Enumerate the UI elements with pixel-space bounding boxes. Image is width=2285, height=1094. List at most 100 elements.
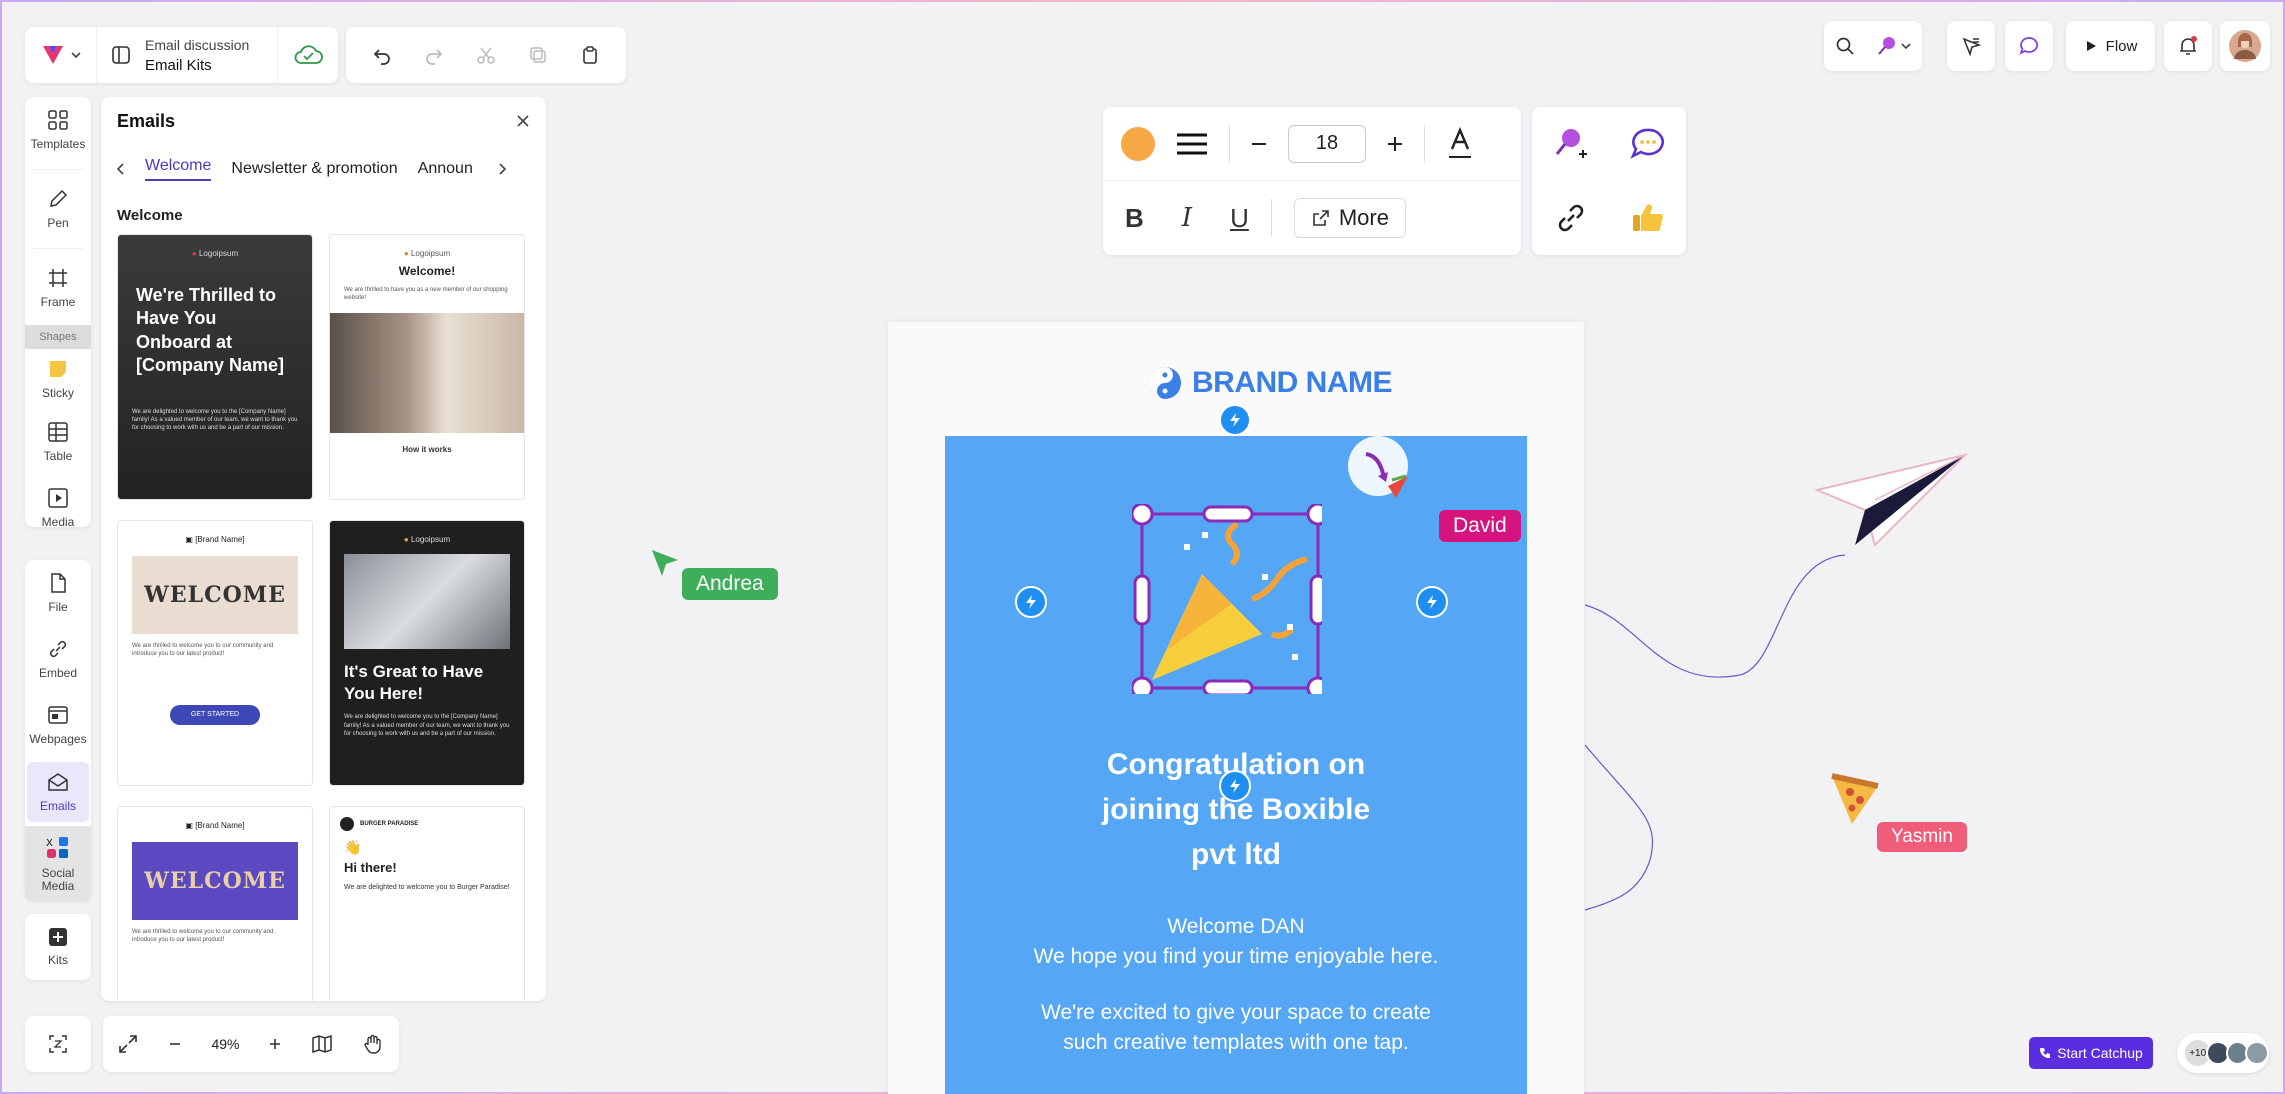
connector-handle[interactable] [1219,404,1251,436]
party-popper-selection[interactable] [1132,504,1322,694]
embed-tool[interactable]: Embed [25,626,91,692]
flow-button[interactable]: Flow [2066,21,2155,71]
start-catchup-button[interactable]: Start Catchup [2029,1037,2153,1069]
close-panel-button[interactable] [516,114,530,128]
file-label: File [48,600,68,614]
minus-icon [1252,142,1266,145]
app-menu-button[interactable] [25,27,97,83]
add-pin-button[interactable] [1551,124,1591,164]
file-tool[interactable]: File [25,560,91,626]
lightning-icon [1427,595,1437,609]
tabs-scroll-left-button[interactable] [117,163,125,175]
tab-welcome[interactable]: Welcome [145,157,212,181]
template-body: We are thrilled to welcome you to our co… [132,929,274,944]
comments-button[interactable] [2005,21,2053,71]
search-and-plugin-bar [1824,21,1922,71]
social-media-tool[interactable]: X Social Media [25,826,91,902]
notifications-button[interactable] [2164,21,2212,71]
media-tool[interactable]: Media [25,475,91,541]
redo-button[interactable] [424,45,444,65]
plus-icon [1388,136,1402,151]
minimap-button[interactable] [311,1033,333,1055]
hand-icon [364,1034,382,1054]
template-logo: [Brand Name] [195,535,245,544]
undo-button[interactable] [372,45,392,65]
play-icon [2086,41,2096,51]
tabs-scroll-right-button[interactable] [498,163,506,175]
more-options-button[interactable]: More [1293,198,1406,238]
document-subtitle: Email discussion [145,36,250,53]
connector-handle[interactable] [1015,586,1047,618]
cloud-sync-button[interactable] [278,27,338,83]
kits-tool[interactable]: Kits [25,914,91,980]
chevron-down-icon [70,52,81,59]
templates-tool[interactable]: Templates [25,97,91,163]
redo-icon [426,49,443,65]
template-card[interactable]: ● Logoipsum It's Great to Have You Here!… [329,520,525,786]
frame-tool[interactable]: Frame [25,255,91,321]
copy-icon [530,47,546,63]
cut-button[interactable] [476,45,496,65]
pen-tool[interactable]: Pen [25,176,91,242]
paste-button[interactable] [580,45,600,65]
align-button[interactable] [1175,131,1209,157]
comment-button[interactable] [1628,124,1668,164]
document-title-area[interactable]: Email discussion Email Kits [97,27,278,83]
sidebar-toggle-icon [112,46,130,64]
cloud-check-icon [294,45,323,64]
emails-tool[interactable]: Emails [27,762,89,822]
welcome-paragraph[interactable]: Welcome DAN We hope you find your time e… [945,912,1527,972]
zoom-in-button[interactable] [268,1037,282,1051]
table-tool[interactable]: Table [25,409,91,475]
bold-button[interactable]: B [1125,203,1144,234]
template-card[interactable]: BURGER PARADISE 👋 Hi there! We are delig… [329,806,525,1001]
template-card[interactable]: ▣ [Brand Name] WELCOME We are thrilled t… [117,520,313,786]
shapes-tool[interactable]: Shapes [25,325,91,349]
phone-icon [2040,1048,2051,1058]
template-card[interactable]: ● Logoipsum We're Thrilled to Have You O… [117,234,313,500]
flow-label: Flow [2105,37,2138,55]
zoom-out-button[interactable] [168,1037,182,1051]
decrease-font-button[interactable] [1250,135,1268,153]
document-header: Email discussion Email Kits [25,27,338,83]
email-headline[interactable]: Congratulation on joining the Boxible pv… [945,742,1527,877]
font-size-input[interactable]: 18 [1288,124,1366,163]
underline-button[interactable]: U [1230,203,1249,234]
template-heading: Hi there! [344,860,397,875]
left-toolbar-lower: File Embed Webpages Emails X Social Medi… [25,560,91,902]
svg-text:X: X [46,838,53,849]
email-canvas[interactable]: BRAND NAME Congratulation on joining the [888,322,1584,1094]
search-button[interactable] [1835,36,1855,56]
text-color-swatch[interactable] [1121,126,1155,161]
collaborator-avatars[interactable]: +10 [2177,1033,2269,1073]
connector-handle[interactable] [1416,586,1448,618]
font-style-button[interactable] [1445,126,1475,161]
frame-label: Frame [40,295,76,309]
webpages-tool[interactable]: Webpages [25,692,91,758]
excited-paragraph[interactable]: We're excited to give your space to crea… [945,998,1527,1058]
template-card[interactable]: ● Logoipsum Welcome! We are thrilled to … [329,234,525,500]
increase-font-button[interactable] [1386,135,1404,153]
kits-panel: Kits [25,914,91,980]
template-card[interactable]: ▣ [Brand Name] WELCOME We are thrilled t… [117,806,313,1001]
user-avatar-button[interactable] [2220,21,2270,71]
tab-announcements[interactable]: Announ [418,160,478,178]
cursor-chat-button[interactable] [1947,21,1995,71]
plugin-menu-button[interactable] [1876,35,1911,57]
reaction-button[interactable] [1629,199,1667,237]
connector-handle[interactable] [1219,770,1251,802]
fit-to-screen-button[interactable] [25,1016,91,1072]
map-icon [312,1034,333,1054]
embed-label: Embed [38,666,78,680]
template-photo [344,554,510,649]
catchup-label: Start Catchup [2057,1045,2143,1061]
tab-newsletter[interactable]: Newsletter & promotion [231,160,397,178]
copy-button[interactable] [528,45,548,65]
zoom-level[interactable]: 49% [211,1036,239,1052]
link-button[interactable] [1553,200,1589,236]
pan-hand-button[interactable] [362,1033,384,1055]
italic-button[interactable]: I [1182,203,1192,233]
fullscreen-button[interactable] [117,1033,139,1055]
template-heading: It's Great to Have You Here! [344,662,484,704]
sticky-tool[interactable]: Sticky [25,349,91,409]
